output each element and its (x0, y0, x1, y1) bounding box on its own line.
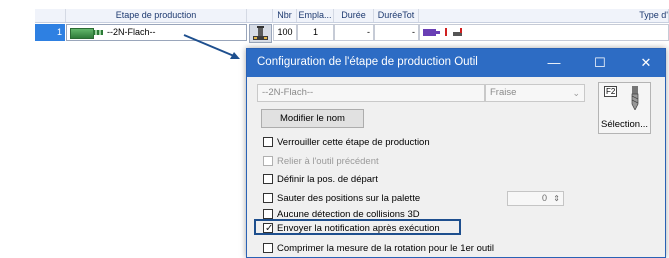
grid-header: Etape de production Nbr Empla... Durée D… (35, 9, 669, 23)
option-label: Relier à l'outil précédent (277, 156, 379, 167)
checkbox[interactable] (263, 137, 273, 147)
type-tool-icon (423, 28, 462, 36)
header-empla[interactable]: Empla... (297, 9, 334, 22)
spinner-icon[interactable]: ⇕ (553, 192, 560, 205)
header-nbr[interactable]: Nbr (273, 9, 297, 22)
f2-key-icon: F2 (604, 86, 618, 97)
dropdown-icon: ⌄ (572, 88, 580, 98)
header-icon (247, 9, 273, 22)
checkbox[interactable] (263, 193, 273, 203)
selection-label: Sélection... (601, 119, 648, 130)
header-duree[interactable]: Durée (334, 9, 374, 22)
type-cell[interactable] (419, 24, 669, 41)
nbr-cell[interactable]: 100 (273, 24, 297, 41)
header-rownum (35, 9, 66, 22)
tool-type-value: Fraise (490, 87, 517, 98)
option-label: Sauter des positions sur la palette (277, 193, 421, 204)
close-icon[interactable]: ✕ (627, 49, 665, 77)
rename-button[interactable]: Modifier le nom (261, 109, 364, 128)
option-label: Envoyer la notification après exécution (277, 223, 440, 234)
checkmark-icon: ✓ (265, 223, 274, 234)
tool-type-select[interactable]: Fraise ⌄ (485, 84, 585, 102)
checkbox-checked[interactable]: ✓ (263, 223, 274, 234)
option-label: Comprimer la mesure de la rotation pour … (277, 243, 495, 254)
dureetot-cell[interactable]: - (374, 24, 419, 41)
header-step[interactable]: Etape de production (66, 9, 247, 22)
dialog-titlebar[interactable]: Configuration de l'étape de production O… (247, 49, 665, 77)
checkbox[interactable] (263, 209, 273, 219)
checkbox (263, 156, 273, 166)
tool-tip-icon (93, 30, 103, 35)
tool-step-config-dialog[interactable]: Configuration de l'étape de production O… (246, 48, 666, 258)
tool-icon (70, 28, 94, 39)
option-label: Définir la pos. de départ (277, 174, 378, 185)
header-dureetot[interactable]: DuréeTot (374, 9, 419, 22)
header-type[interactable]: Type d' (419, 9, 669, 22)
step-name-field[interactable]: --2N-Flach-- (257, 84, 485, 102)
duree-cell[interactable]: - (334, 24, 374, 41)
max-icon[interactable]: ☐ (581, 49, 619, 77)
machine-icon[interactable] (249, 24, 272, 43)
row-number[interactable]: 1 (35, 24, 65, 41)
dialog-title: Configuration de l'étape de production O… (257, 56, 478, 68)
skip-positions-spinner[interactable]: 0 ⇕ (507, 191, 564, 206)
min-icon[interactable]: — (535, 49, 573, 77)
spinner-value: 0 (541, 193, 547, 203)
option-label: Verrouiller cette étape de production (277, 137, 430, 148)
checkbox[interactable] (263, 174, 273, 184)
step-name-cell[interactable]: --2N-Flach-- (66, 24, 247, 41)
drill-icon (631, 86, 639, 110)
selection-button[interactable]: F2 Sélection... (598, 82, 651, 134)
empla-cell[interactable]: 1 (297, 24, 334, 41)
step-name: --2N-Flach-- (107, 27, 156, 37)
